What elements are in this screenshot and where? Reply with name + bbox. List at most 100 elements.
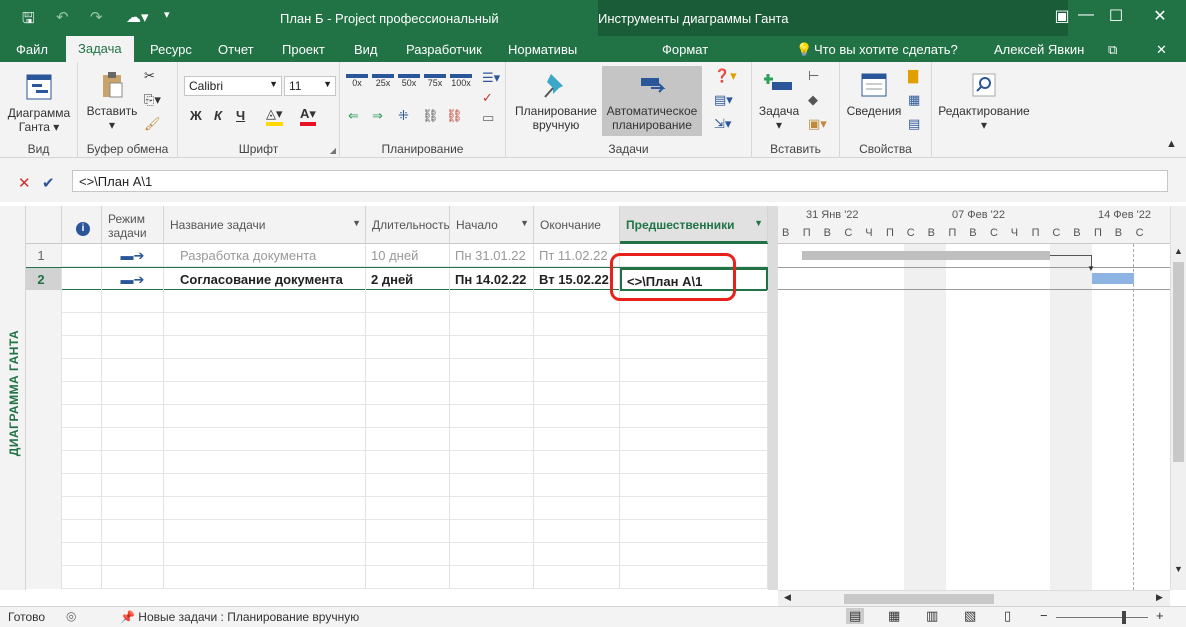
empty-cell[interactable]	[62, 520, 102, 543]
duration-cell[interactable]: 10 дней	[366, 244, 450, 267]
column-header-name[interactable]: Название задачи ▼	[164, 206, 366, 244]
empty-cell[interactable]	[164, 566, 366, 589]
empty-cell[interactable]	[450, 497, 534, 520]
empty-row[interactable]	[26, 566, 768, 589]
empty-cell[interactable]	[164, 359, 366, 382]
empty-cell[interactable]	[620, 405, 768, 428]
task-usage-icon[interactable]: ▦	[888, 608, 900, 624]
empty-row[interactable]	[26, 382, 768, 405]
deliverable-icon[interactable]: ▣▾	[808, 116, 827, 132]
vertical-scrollbar[interactable]: ▲ ▼	[1170, 206, 1186, 590]
empty-cell[interactable]	[450, 313, 534, 336]
row-number[interactable]: 1	[26, 244, 62, 267]
finish-cell[interactable]: Вт 15.02.22	[534, 268, 620, 291]
empty-cell[interactable]	[26, 428, 62, 451]
tab-format[interactable]: Формат	[662, 42, 708, 57]
empty-cell[interactable]	[620, 451, 768, 474]
copy-icon[interactable]: ⎘▾	[144, 92, 161, 108]
empty-cell[interactable]	[62, 474, 102, 497]
highlight-color-icon[interactable]: ◬▾	[266, 106, 283, 126]
empty-cell[interactable]	[62, 290, 102, 313]
empty-cell[interactable]	[534, 290, 620, 313]
view-bar[interactable]: ДИАГРАММА ГАНТА	[0, 206, 26, 590]
empty-cell[interactable]	[450, 520, 534, 543]
empty-cell[interactable]	[620, 382, 768, 405]
empty-cell[interactable]	[102, 428, 164, 451]
format-painter-icon[interactable]: 🖌	[144, 116, 161, 132]
empty-cell[interactable]	[26, 313, 62, 336]
pct-100-button[interactable]: 100x	[450, 74, 472, 88]
select-all-cell[interactable]	[26, 206, 62, 244]
tab-task[interactable]: Задача	[66, 36, 134, 62]
empty-row[interactable]	[26, 405, 768, 428]
insert-task-button[interactable]: Задача ▾	[754, 70, 804, 132]
bold-button[interactable]: Ж	[190, 108, 202, 123]
empty-cell[interactable]	[26, 520, 62, 543]
pct-25-button[interactable]: 25x	[372, 74, 394, 88]
empty-row[interactable]	[26, 313, 768, 336]
empty-cell[interactable]	[534, 474, 620, 497]
tab-view[interactable]: Вид	[354, 42, 378, 57]
qat-menu-icon[interactable]: ▾	[164, 8, 170, 21]
empty-cell[interactable]	[62, 405, 102, 428]
empty-row[interactable]	[26, 451, 768, 474]
empty-cell[interactable]	[620, 313, 768, 336]
empty-cell[interactable]	[164, 543, 366, 566]
empty-cell[interactable]	[450, 474, 534, 497]
finish-cell[interactable]: Пт 11.02.22	[534, 244, 620, 267]
empty-cell[interactable]	[366, 520, 450, 543]
scroll-right-icon[interactable]: ▶	[1156, 592, 1163, 603]
duration-cell[interactable]: 2 дней	[366, 268, 450, 291]
zoom-slider-thumb[interactable]	[1122, 611, 1126, 624]
scroll-left-icon[interactable]: ◀	[784, 592, 791, 603]
empty-cell[interactable]	[102, 497, 164, 520]
empty-cell[interactable]	[534, 336, 620, 359]
empty-cell[interactable]	[164, 382, 366, 405]
tab-resource[interactable]: Ресурс	[150, 42, 192, 57]
empty-cell[interactable]	[450, 451, 534, 474]
empty-cell[interactable]	[450, 382, 534, 405]
customize-icon[interactable]: ☁▾	[126, 8, 149, 26]
empty-row[interactable]	[26, 428, 768, 451]
empty-cell[interactable]	[450, 428, 534, 451]
start-cell[interactable]: Пн 31.01.22	[450, 244, 534, 267]
pct-50-button[interactable]: 50x	[398, 74, 420, 88]
empty-cell[interactable]	[534, 543, 620, 566]
empty-cell[interactable]	[366, 428, 450, 451]
undo-icon[interactable]: ↶	[56, 8, 69, 26]
empty-cell[interactable]	[366, 543, 450, 566]
collapse-ribbon-icon[interactable]: ▲	[1166, 138, 1177, 150]
column-header-finish[interactable]: Окончание	[534, 206, 620, 244]
empty-cell[interactable]	[534, 451, 620, 474]
dialog-launcher-icon[interactable]: ◢	[330, 146, 336, 155]
indicators-header[interactable]: i	[62, 206, 102, 244]
team-planner-icon[interactable]: ▥	[926, 608, 938, 624]
zoom-slider[interactable]	[1056, 617, 1148, 618]
empty-cell[interactable]	[366, 497, 450, 520]
empty-cell[interactable]	[26, 543, 62, 566]
empty-cell[interactable]	[534, 428, 620, 451]
zoom-in-icon[interactable]: +	[1156, 608, 1164, 623]
scroll-thumb[interactable]	[844, 594, 994, 604]
empty-cell[interactable]	[534, 566, 620, 589]
details-icon[interactable]: ▦	[908, 92, 920, 108]
column-header-start[interactable]: Начало ▼	[450, 206, 534, 244]
restore-icon[interactable]: ⧉	[1108, 42, 1117, 58]
unlink-icon[interactable]: ⛓	[446, 108, 463, 124]
paste-button[interactable]: Вставить ▾	[84, 70, 140, 132]
empty-cell[interactable]	[450, 359, 534, 382]
empty-cell[interactable]	[620, 474, 768, 497]
italic-button[interactable]: К	[214, 108, 222, 123]
empty-cell[interactable]	[620, 566, 768, 589]
entry-field[interactable]: <>\План А\1	[72, 170, 1168, 192]
empty-cell[interactable]	[26, 451, 62, 474]
zoom-out-icon[interactable]: −	[1040, 608, 1048, 623]
empty-cell[interactable]	[450, 566, 534, 589]
scroll-up-icon[interactable]: ▲	[1174, 246, 1183, 256]
link-icon[interactable]: ⛓	[422, 108, 439, 124]
tab-file[interactable]: Файл	[16, 42, 48, 57]
empty-cell[interactable]	[102, 543, 164, 566]
tab-developer[interactable]: Разработчик	[406, 42, 482, 57]
empty-cell[interactable]	[102, 359, 164, 382]
close-doc-icon[interactable]: ✕	[1156, 42, 1167, 58]
